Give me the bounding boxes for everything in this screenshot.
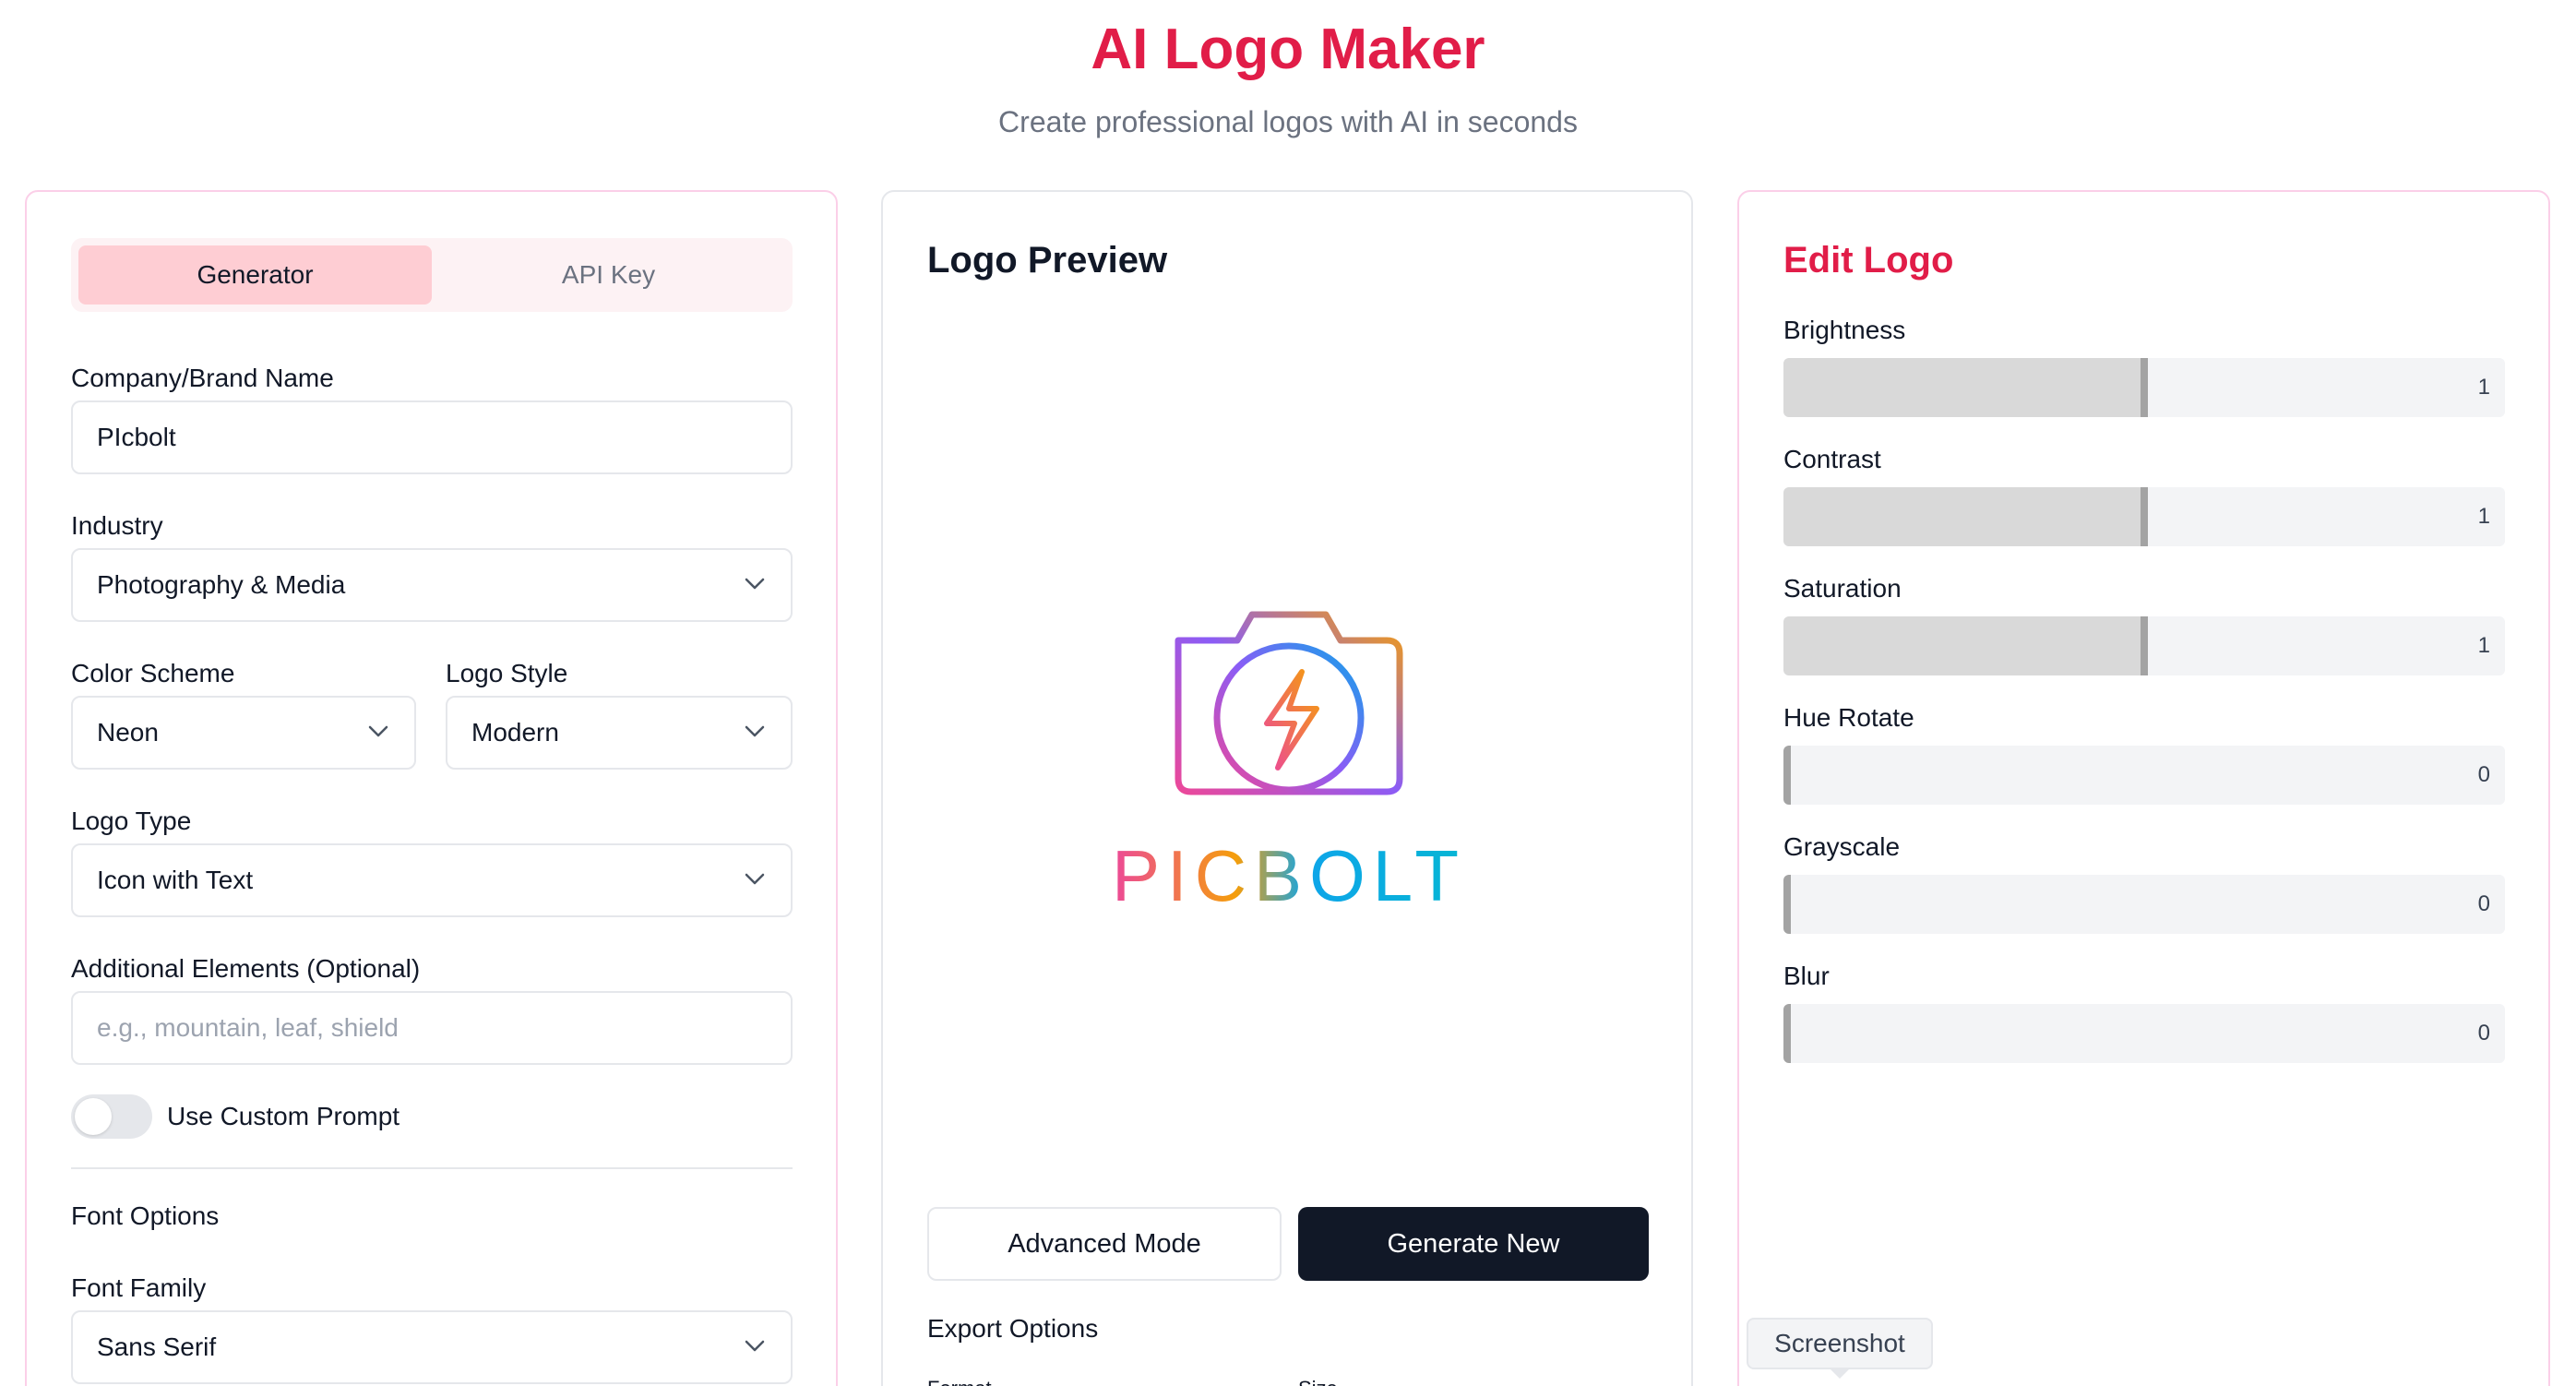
custom-prompt-toggle[interactable] (71, 1094, 152, 1139)
toggle-knob (75, 1098, 112, 1135)
font-options-heading: Font Options (71, 1201, 220, 1230)
saturation-label: Saturation (1783, 574, 1902, 603)
slider-value: 1 (2477, 633, 2490, 658)
custom-prompt-label: Use Custom Prompt (167, 1102, 400, 1130)
tab-bar: Generator API Key (71, 238, 793, 312)
logo-style-value: Modern (471, 718, 559, 747)
page-title: AI Logo Maker (1091, 18, 1485, 81)
slider-thumb[interactable] (2141, 616, 2148, 675)
slider-thumb[interactable] (1783, 875, 1791, 934)
slider-thumb[interactable] (1783, 1004, 1791, 1063)
blur-label: Blur (1783, 962, 1830, 990)
contrast-slider[interactable]: 1 (1783, 487, 2505, 546)
font-family-label: Font Family (71, 1273, 207, 1302)
industry-label: Industry (71, 511, 163, 540)
slider-thumb[interactable] (2141, 487, 2148, 546)
font-family-value: Sans Serif (97, 1332, 217, 1361)
slider-value: 0 (2477, 891, 2490, 916)
slider-fill (1783, 487, 2144, 546)
generator-panel: Generator API Key Company/Brand Name PIc… (25, 190, 838, 1386)
slider-value: 1 (2477, 375, 2490, 400)
color-scheme-select[interactable]: Neon (71, 696, 416, 770)
camera-bolt-icon: PICBOLT (1112, 611, 1464, 916)
industry-select-value: Photography & Media (97, 570, 346, 599)
contrast-label: Contrast (1783, 445, 1881, 473)
logo-type-select[interactable]: Icon with Text (71, 843, 793, 917)
hue-rotate-label: Hue Rotate (1783, 703, 1914, 732)
additional-elements-label: Additional Elements (Optional) (71, 954, 421, 983)
logo-wordmark: PICBOLT (1114, 835, 1464, 916)
chevron-down-icon (745, 725, 765, 737)
screenshot-tooltip: Screenshot (1747, 1318, 1933, 1369)
slider-value: 0 (2477, 762, 2490, 787)
blur-slider[interactable]: 0 (1783, 1004, 2505, 1063)
additional-elements-input[interactable]: e.g., mountain, leaf, shield (71, 991, 793, 1065)
color-scheme-value: Neon (97, 718, 159, 747)
edit-title: Edit Logo (1783, 240, 1954, 281)
tab-generator[interactable]: Generator (78, 245, 432, 305)
company-label: Company/Brand Name (71, 364, 334, 392)
generate-new-button[interactable]: Generate New (1298, 1207, 1649, 1281)
slider-value: 0 (2477, 1021, 2490, 1045)
chevron-down-icon (745, 578, 765, 590)
divider (71, 1167, 793, 1169)
preview-title: Logo Preview (927, 240, 1168, 281)
brightness-slider[interactable]: 1 (1783, 358, 2505, 417)
hue-rotate-slider[interactable]: 0 (1783, 746, 2505, 805)
size-label: Size (1298, 1377, 1338, 1386)
color-scheme-label: Color Scheme (71, 659, 235, 687)
tooltip-arrow (1829, 1368, 1851, 1379)
logo-preview: PICBOLT (1112, 596, 1464, 928)
page-subtitle: Create professional logos with AI in sec… (998, 105, 1578, 138)
grayscale-label: Grayscale (1783, 832, 1901, 861)
format-label: Format (927, 1377, 992, 1386)
tab-api-key[interactable]: API Key (432, 245, 785, 305)
logo-type-value: Icon with Text (97, 866, 254, 894)
logo-style-select[interactable]: Modern (446, 696, 793, 770)
export-options-heading: Export Options (927, 1314, 1099, 1343)
font-family-select[interactable]: Sans Serif (71, 1310, 793, 1384)
chevron-down-icon (368, 725, 388, 737)
app-page: AI Logo Maker Create professional logos … (0, 0, 2576, 1386)
slider-fill (1783, 358, 2144, 417)
slider-thumb[interactable] (2141, 358, 2148, 417)
logo-type-label: Logo Type (71, 807, 192, 835)
company-input[interactable]: PIcbolt (71, 400, 793, 474)
saturation-slider[interactable]: 1 (1783, 616, 2505, 675)
logo-style-label: Logo Style (446, 659, 568, 687)
slider-thumb[interactable] (1783, 746, 1791, 805)
advanced-mode-button[interactable]: Advanced Mode (927, 1207, 1282, 1281)
grayscale-slider[interactable]: 0 (1783, 875, 2505, 934)
brightness-label: Brightness (1783, 316, 1906, 344)
industry-select[interactable]: Photography & Media (71, 548, 793, 622)
chevron-down-icon (745, 1340, 765, 1352)
chevron-down-icon (745, 873, 765, 885)
preview-panel: Logo Preview PICBOLT Advanced Mode Gener… (881, 190, 1693, 1386)
edit-panel: Edit Logo Brightness 1 Contrast 1 Satura… (1737, 190, 2550, 1386)
slider-fill (1783, 616, 2144, 675)
slider-value: 1 (2477, 504, 2490, 529)
